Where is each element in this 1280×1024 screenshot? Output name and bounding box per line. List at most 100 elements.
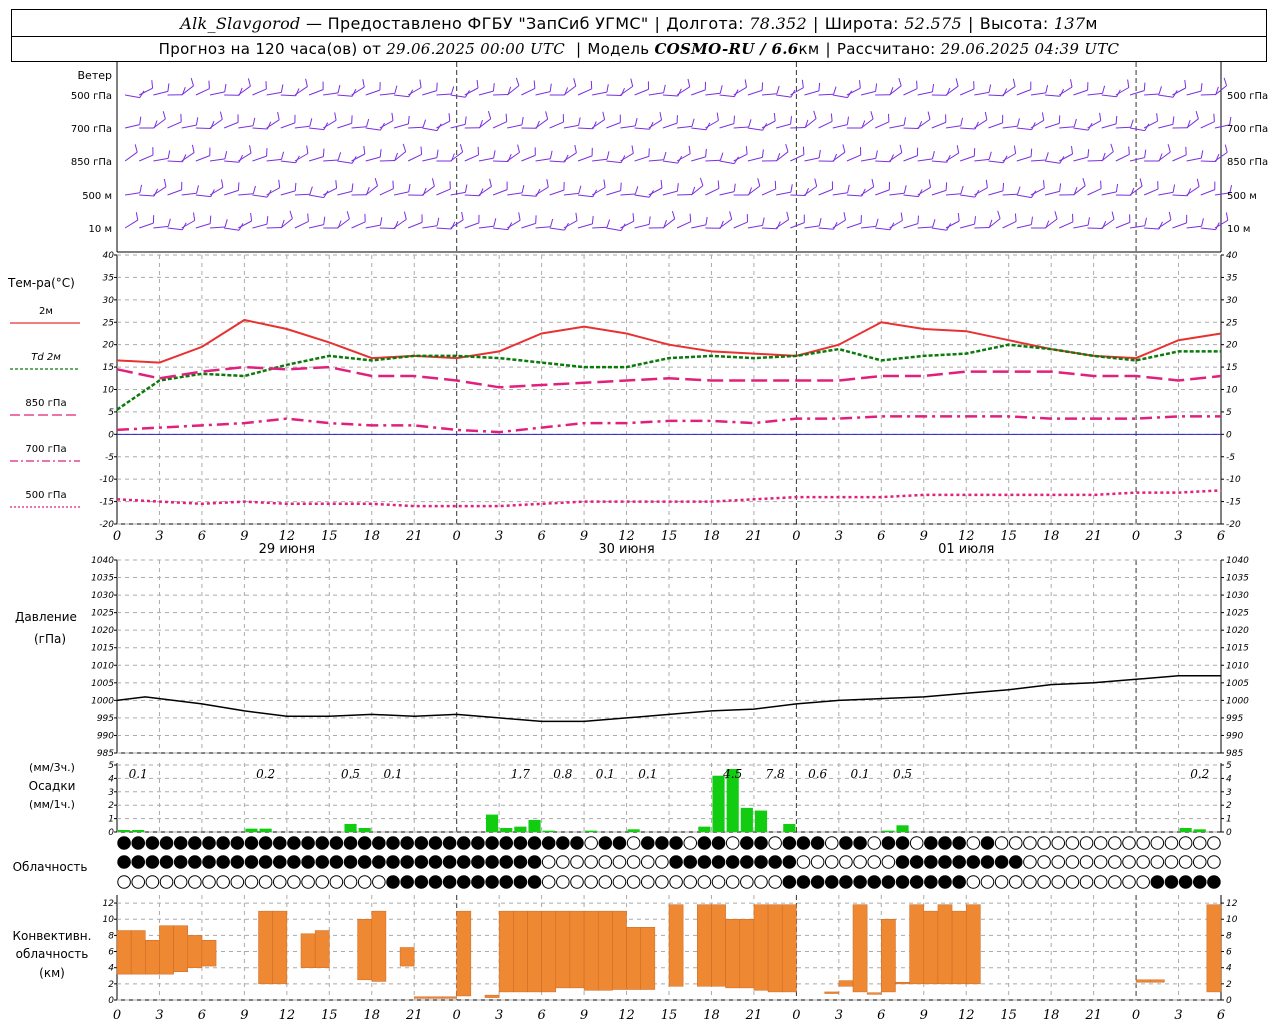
- wind-barb-shaft: [705, 187, 720, 196]
- wind-barb-shaft: [1002, 193, 1018, 196]
- cloud-cover-circle: [386, 836, 400, 850]
- cloud-cover-circle: [1108, 855, 1122, 869]
- ytick-label-left-pres: 1025: [91, 609, 114, 619]
- wind-barb-shaft: [209, 118, 223, 129]
- wind-barb-shaft: [591, 187, 606, 196]
- cloud-cover-circle: [527, 836, 542, 850]
- conv-cloud-bar: [597, 910, 613, 991]
- cloud-cover-circle: [244, 855, 259, 869]
- ytick-label-right-pres: 990: [1226, 731, 1243, 741]
- wind-barb-flag: [294, 182, 297, 191]
- ytick-label-left-pres: 990: [97, 731, 114, 741]
- conv-cloud-bar: [187, 935, 203, 968]
- wind-barb-shaft: [648, 119, 662, 129]
- precip-3h-label: 0.6: [808, 767, 827, 781]
- wind-barb-flag: [307, 213, 309, 222]
- wind-barb-shaft: [309, 127, 325, 131]
- wind-barb-shaft: [167, 160, 183, 163]
- precip-bar: [627, 829, 640, 832]
- conv-cloud-bar: [923, 910, 939, 985]
- x-hour-label: 18: [703, 1008, 720, 1023]
- x-hour-label: 9: [240, 1008, 248, 1023]
- x-hour-label: 6: [198, 529, 206, 544]
- wind-barb-shaft: [1016, 224, 1032, 229]
- precip-bar: [245, 828, 258, 832]
- wind-barb-shaft: [577, 155, 593, 162]
- wind-barb-shaft: [1186, 157, 1202, 162]
- cloud-cover-circle: [513, 855, 528, 869]
- wind-barb-shaft: [1016, 127, 1032, 131]
- wind-barb-flag: [476, 79, 479, 89]
- conv-cloud-bar: [583, 910, 599, 991]
- temp-legend-label: Td 2м: [31, 352, 61, 363]
- wind-barb-shaft: [861, 225, 877, 229]
- wind-barb-shaft: [337, 160, 353, 164]
- wind-barb-flag: [436, 149, 439, 158]
- cloud-cover-circle: [1108, 836, 1122, 850]
- cloud-cover-circle: [1023, 855, 1037, 869]
- cloud-cover-circle: [400, 836, 414, 850]
- cloud-cover-circle: [244, 875, 259, 889]
- cloud-cover-circle: [414, 836, 429, 850]
- wind-barb-flag: [487, 110, 492, 119]
- wind-barb-shaft: [153, 186, 167, 196]
- wind-barb-flag: [899, 144, 903, 153]
- conv-cloud-bar: [498, 910, 514, 993]
- wind-barb-shaft: [294, 86, 308, 96]
- wind-barb-shaft: [195, 88, 210, 96]
- wind-barb-shaft: [1144, 227, 1160, 230]
- wind-barb-shaft: [1087, 227, 1103, 229]
- wind-barb-shaft: [167, 189, 182, 196]
- wind-barb-flag: [1144, 217, 1147, 226]
- wind-barb-shaft: [804, 118, 817, 129]
- x-hour-label: 6: [537, 529, 545, 544]
- wind-barb-flag: [167, 150, 171, 159]
- wind-barb-flag: [1225, 212, 1229, 221]
- wind-barb-shaft: [209, 91, 225, 96]
- conv-cloud-bar: [1206, 904, 1222, 993]
- precip-title: Осадки: [29, 779, 76, 793]
- cloud-cover-circle: [1008, 855, 1023, 869]
- wind-barb-shaft: [577, 194, 593, 198]
- wind-barb-shaft: [549, 227, 565, 231]
- wind-barb-flag: [634, 186, 639, 195]
- wind-barb-flag: [1127, 79, 1130, 88]
- wind-barb-shaft: [747, 224, 763, 229]
- wind-barb-shaft: [266, 158, 282, 162]
- cloud-cover-circle: [1192, 836, 1207, 850]
- cloud-cover-circle: [881, 836, 896, 850]
- wind-barb-shaft: [252, 223, 268, 229]
- cloud-cover-circle: [1150, 855, 1165, 869]
- wind-barb-flag: [903, 185, 907, 194]
- wind-barb-shaft: [139, 87, 153, 96]
- wind-barb-flag: [606, 84, 609, 93]
- conv-cloud-bar: [838, 980, 854, 987]
- wind-barb-shaft: [1172, 222, 1187, 229]
- cloud-cover-circle: [768, 875, 782, 889]
- wind-barb-flag: [167, 83, 170, 92]
- wind-barb-flag: [163, 178, 167, 187]
- wind-barb-shaft: [535, 91, 551, 96]
- wind-barb-flag: [505, 113, 508, 122]
- wind-barb-shaft: [337, 94, 353, 97]
- wind-barb-shaft: [577, 127, 594, 130]
- wind-barb-flag: [533, 80, 536, 89]
- x-hour-label: 12: [279, 1008, 296, 1023]
- conv-cloud-bar: [739, 918, 755, 989]
- wind-barb-shaft: [266, 187, 280, 196]
- wind-barb-shaft: [238, 152, 252, 162]
- ytick-label-right-temp: 35: [1226, 273, 1238, 283]
- wind-barb-shaft: [521, 154, 536, 162]
- wind-barb-flag: [448, 113, 451, 122]
- wind-barb-flag: [620, 182, 622, 191]
- wind-barb-flag: [632, 213, 635, 222]
- cloud-cover-circle: [1023, 875, 1037, 889]
- wind-barb-flag: [833, 86, 837, 95]
- wind-barb-shaft: [1186, 118, 1199, 129]
- wind-barb-flag: [515, 77, 520, 86]
- cloud-cover-circle: [570, 855, 584, 869]
- wind-barb-shaft: [181, 85, 194, 96]
- wind-barb-flag: [391, 112, 394, 121]
- x-hour-label: 3: [495, 1008, 503, 1023]
- wind-barb-flag: [493, 218, 497, 227]
